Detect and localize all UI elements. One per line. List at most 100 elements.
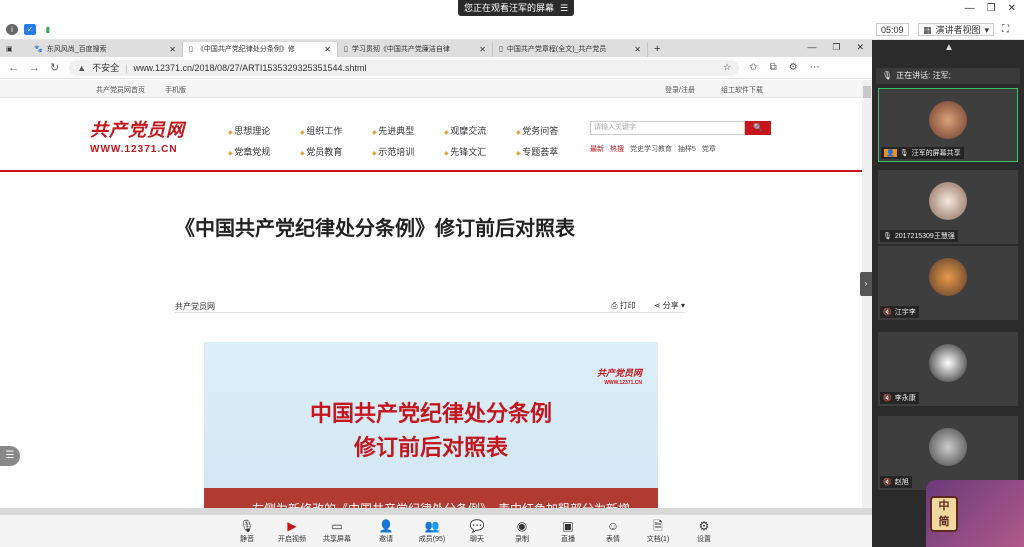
mobile-link[interactable]: 手机版 [165,85,186,95]
site-logo[interactable]: 共产党员网 WWW.12371.CN [90,116,185,155]
close-icon[interactable]: ✕ [1008,3,1016,14]
hot-link[interactable]: 党史学习教育 [630,144,672,154]
scroll-thumb[interactable] [863,86,871,98]
chevron-right-icon[interactable]: › [860,272,872,296]
refresh-icon[interactable]: ↻ [50,61,59,74]
nav-item[interactable]: 示范培训 [372,145,444,158]
menu-icon[interactable]: ☰ [560,0,568,16]
nav-item[interactable]: 专题荟萃 [516,145,588,158]
hot-link[interactable]: 抽样5 [678,144,696,154]
star-add-icon[interactable]: ☆ [723,62,731,73]
share-button[interactable]: ⋖ 分享 ▾ [654,300,685,311]
participant-name: 江宇李 [894,309,916,316]
toolbar-label: 邀请 [379,536,393,543]
back-icon[interactable]: ← [8,62,19,74]
participant-name: 汪军的屏幕共享 [911,150,961,157]
search-input[interactable]: 请输入关键字 [590,121,745,135]
address-bar-row: ← → ↻ ▲ 不安全 | www.12371.cn/2018/08/27/AR… [0,57,872,79]
restore-icon[interactable]: ❐ [987,3,996,14]
tab-title: 中国共产党章程(全文)_共产党员 [506,46,607,53]
close-tab-icon[interactable]: ✕ [479,42,486,57]
mic-muted-icon: 🔇 [883,479,892,486]
record-button[interactable]: ◉ 录制 [502,519,542,544]
nav-item[interactable]: 组织工作 [300,124,372,137]
shield-icon[interactable]: ✓ [24,24,36,35]
close-tab-icon[interactable]: ✕ [324,42,331,57]
collections-icon[interactable]: ⧉ [770,62,777,73]
nav-item[interactable]: 观摩交流 [444,124,516,137]
window-controls: — ❐ ✕ [965,3,1016,14]
hot-link[interactable]: 热搜 [610,144,624,154]
browser-tab[interactable]: 🐾 东风风尚_百度搜索 ✕ [28,42,183,57]
signal-icon[interactable]: ▮ [42,24,54,35]
close-tab-icon[interactable]: ✕ [634,42,641,57]
emoji-button[interactable]: ☺ 表情 [593,519,633,544]
chevron-down-icon: ▾ [984,25,990,35]
browser-tab[interactable]: ▯ 学习贯彻《中国共产党廉洁自律 ✕ [338,42,493,57]
gear-icon: ⚙ [698,519,710,533]
participant-tile[interactable]: 🎙 2017215309王慧强 [878,170,1018,244]
browser-tab[interactable]: ▯ 中国共产党章程(全文)_共产党员 ✕ [493,42,648,57]
nav-item[interactable]: 先进典型 [372,124,444,137]
live-button[interactable]: ▣ 直播 [548,519,588,544]
participant-label: 🔇 江宇李 [880,306,919,318]
chat-button[interactable]: 💬 聊天 [457,519,497,544]
site-header: 共产党员网 WWW.12371.CN 思想理论 组织工作 先进典型 观摩交流 党… [0,98,862,172]
list-menu-icon[interactable]: ☰ [0,446,20,466]
tab-bar: ▣ 🐾 东风风尚_百度搜索 ✕ ▯ 《中国共产党纪律处分条例》修 ✕ ▯ 学习贯… [0,40,872,57]
restore-icon[interactable]: ❐ [832,42,840,53]
toolbar-label: 录制 [515,536,529,543]
invite-icon: 👤 [378,519,394,533]
invite-button[interactable]: 👤 邀请 [366,519,406,544]
nav-item[interactable]: 先锋文汇 [444,145,516,158]
tab-favicon-icon: 🐾 [34,46,43,53]
mute-button[interactable]: 🎙 静音 [227,519,267,544]
favorites-icon[interactable]: ✩ [749,62,757,73]
browser-tab-active[interactable]: ▯ 《中国共产党纪律处分条例》修 ✕ [183,42,338,57]
toolbar-label: 直播 [561,536,575,543]
video-button[interactable]: ▶ 开启视频 [272,519,312,544]
speaking-indicator: 🎙 正在讲话: 汪军; [876,68,1020,84]
participant-tile[interactable]: 🔇 赵旭 [878,416,1018,490]
participant-label: 🎙 2017215309王慧强 [880,230,958,242]
home-link[interactable]: 共产党员网首页 [96,85,145,95]
address-bar[interactable]: ▲ 不安全 | www.12371.cn/2018/08/27/ARTI1535… [69,59,740,76]
new-tab-icon[interactable]: + [648,42,666,57]
info-icon[interactable]: i [6,24,18,35]
download-link[interactable]: 组工软件下载 [721,85,763,95]
docs-button[interactable]: 🗎 文档(1) [638,519,678,544]
participant-tile[interactable]: 🔇 江宇李 [878,246,1018,320]
avatar [929,344,967,382]
mascot-widget[interactable]: 中 简 [926,480,1024,547]
tab-actions-icon[interactable]: ▣ [0,42,28,57]
hot-link[interactable]: 党章 [702,144,716,154]
live-icon: ▣ [562,519,574,533]
nav-item[interactable]: 思想理论 [228,124,300,137]
minimize-icon[interactable]: — [807,42,816,53]
nav-item[interactable]: 党员教育 [300,145,372,158]
hot-link[interactable]: 最新 [590,144,604,154]
mic-icon: 🎙 [882,71,893,80]
nav-item[interactable]: 党务问答 [516,124,588,137]
fullscreen-icon[interactable]: ⛶ [1002,24,1009,35]
print-button[interactable]: ⎙ 打印 [611,300,636,311]
nav-item[interactable]: 党章党规 [228,145,300,158]
divider: | [125,62,128,73]
login-link[interactable]: 登录/注册 [665,85,695,95]
close-icon[interactable]: ✕ [856,42,864,53]
close-tab-icon[interactable]: ✕ [169,42,176,57]
forward-icon[interactable]: → [29,62,40,74]
emoji-icon: ☺ [606,519,620,533]
participant-tile[interactable]: 🔇 李永康 [878,332,1018,406]
participant-tile[interactable]: 👤 🎙 汪军的屏幕共享 [878,88,1018,162]
members-button[interactable]: 👥 成员(95) [412,519,452,544]
collapse-up-icon[interactable]: ▲ [944,42,954,53]
more-icon[interactable]: ⋯ [810,62,820,73]
share-screen-button[interactable]: ▭ 共享屏幕 [317,519,357,544]
extensions-icon[interactable]: ⚙ [789,62,798,73]
presenter-view-dropdown[interactable]: ▦ 演讲者视图 ▾ [918,23,995,36]
minimize-icon[interactable]: — [965,3,975,14]
settings-button[interactable]: ⚙ 设置 [684,519,724,544]
search-button[interactable]: 🔍 [745,121,771,135]
browser-toolbar-icons: ✩ ⧉ ⚙ ⋯ [749,62,820,73]
